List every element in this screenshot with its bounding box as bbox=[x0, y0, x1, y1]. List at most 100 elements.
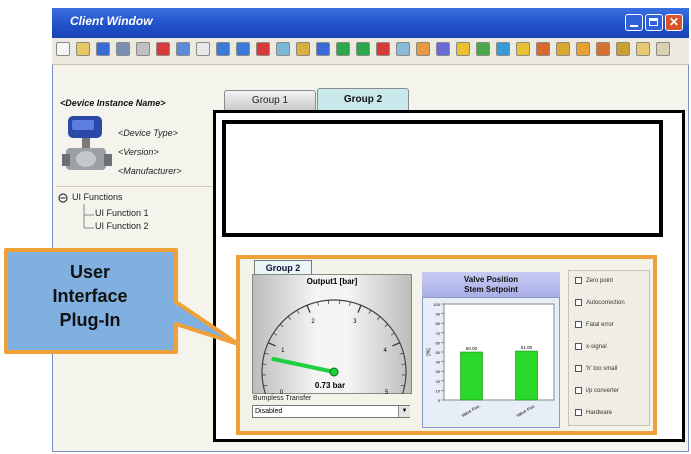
plugin-group-2-tab[interactable]: Group 2 bbox=[254, 260, 312, 274]
checkbox[interactable] bbox=[575, 343, 582, 350]
gauge-tick bbox=[349, 301, 351, 306]
status-check-item[interactable]: 'h' too small bbox=[575, 365, 617, 372]
gauge-tick bbox=[390, 332, 395, 336]
close-button[interactable]: ✕ bbox=[665, 14, 683, 31]
gauge-tick-label: 3 bbox=[353, 319, 357, 325]
toolbar-button-icon[interactable] bbox=[276, 42, 290, 56]
toolbar-button-icon[interactable] bbox=[196, 42, 210, 56]
status-check-item[interactable]: x-signal bbox=[575, 343, 607, 350]
device-manufacturer: <Manufacturer> bbox=[118, 166, 182, 176]
toolbar-button-icon[interactable] bbox=[576, 42, 590, 56]
gauge-tick-label: 1 bbox=[281, 348, 285, 354]
y-tick-label: 30 bbox=[436, 369, 441, 374]
y-tick-label: 20 bbox=[436, 379, 441, 384]
gauge-tick bbox=[317, 301, 319, 306]
toolbar-button-icon[interactable] bbox=[56, 42, 70, 56]
chart-plot: 0 10 20 30 40 50 60 70 80 90 100 [%] 50.00 Valve Pos.… bbox=[426, 302, 555, 418]
gauge-tick-label: 4 bbox=[383, 348, 387, 354]
bumpless-transfer-select[interactable]: Disabled bbox=[252, 405, 410, 418]
y-tick-label: 90 bbox=[436, 312, 441, 317]
toolbar-button-icon[interactable] bbox=[296, 42, 310, 56]
checkbox[interactable] bbox=[575, 365, 582, 372]
status-check-item[interactable]: Zero point bbox=[575, 277, 613, 284]
callout-label: User Interface Plug-In bbox=[10, 260, 170, 332]
toolbar-button-icon[interactable] bbox=[556, 42, 570, 56]
callout-line-1: User bbox=[69, 262, 111, 282]
callout-line-3: Plug-In bbox=[59, 310, 121, 330]
toolbar-button-icon[interactable] bbox=[656, 42, 670, 56]
status-check-item[interactable]: Fatal error bbox=[575, 321, 614, 328]
y-tick-label: 10 bbox=[436, 388, 441, 393]
gauge-tick bbox=[273, 332, 278, 336]
toolbar-button-icon[interactable] bbox=[636, 42, 650, 56]
left-pane-divider bbox=[56, 186, 226, 187]
toolbar-button-icon[interactable] bbox=[436, 42, 450, 56]
checkbox[interactable] bbox=[575, 387, 582, 394]
toolbar-button-icon[interactable] bbox=[216, 42, 230, 56]
toolbar-button-icon[interactable] bbox=[396, 42, 410, 56]
tab-group-1[interactable]: Group 1 bbox=[224, 90, 316, 110]
tab-group-2[interactable]: Group 2 bbox=[317, 88, 409, 110]
device-instance-name: <Device Instance Name> bbox=[60, 98, 166, 108]
checkbox[interactable] bbox=[575, 277, 582, 284]
tree-connector-lines bbox=[83, 204, 94, 229]
gauge-arc bbox=[261, 299, 407, 394]
toolbar-button-icon[interactable] bbox=[516, 42, 530, 56]
minimize-button[interactable] bbox=[625, 14, 643, 31]
checkbox[interactable] bbox=[575, 409, 582, 416]
toolbar-button-icon[interactable] bbox=[496, 42, 510, 56]
gauge-tick bbox=[357, 305, 362, 313]
toolbar-button-icon[interactable] bbox=[256, 42, 270, 56]
tree-root-ui-functions[interactable]: UI Functions bbox=[72, 192, 123, 202]
tree-item-ui-function-1[interactable]: UI Function 1 bbox=[95, 208, 149, 218]
gauge-needle bbox=[271, 356, 336, 374]
status-check-item[interactable]: Autocorrection bbox=[575, 299, 625, 306]
gauge-tick-label: 5 bbox=[385, 390, 389, 394]
toolbar-button-icon[interactable] bbox=[596, 42, 610, 56]
content-area-box bbox=[222, 120, 663, 237]
toolbar-button-icon[interactable] bbox=[416, 42, 430, 56]
toolbar-button-icon[interactable] bbox=[356, 42, 370, 56]
chart-title-line-2: Stem Setpoint bbox=[464, 285, 518, 294]
gauge-tick bbox=[287, 316, 291, 320]
gauge-tick bbox=[392, 342, 401, 347]
gauge-tick bbox=[267, 342, 276, 347]
toolbar-button-icon[interactable] bbox=[336, 42, 350, 56]
gauge-dial: 0 1 2 3 4 5 bbox=[261, 299, 407, 394]
check-label: x-signal bbox=[586, 344, 607, 351]
gauge-tick bbox=[399, 352, 404, 355]
bar bbox=[460, 351, 483, 401]
y-tick-label: 40 bbox=[436, 360, 441, 365]
toolbar-button-icon[interactable] bbox=[476, 42, 490, 56]
toolbar-button-icon[interactable] bbox=[156, 42, 170, 56]
maximize-button[interactable] bbox=[645, 14, 663, 31]
status-check-item[interactable]: i/p converter bbox=[575, 387, 619, 394]
check-label: Zero point bbox=[586, 278, 614, 285]
bumpless-transfer-label: Bumpless Transfer bbox=[253, 395, 312, 402]
device-version: <Version> bbox=[118, 147, 159, 157]
check-label: Hardware bbox=[586, 410, 613, 417]
toolbar-button-icon[interactable] bbox=[376, 42, 390, 56]
y-tick-label: 80 bbox=[436, 321, 441, 326]
status-check-item[interactable]: Hardware bbox=[575, 409, 612, 416]
toolbar-button-icon[interactable] bbox=[96, 42, 110, 56]
toolbar-button-icon[interactable] bbox=[236, 42, 250, 56]
toolbar-button-icon[interactable] bbox=[116, 42, 130, 56]
gauge-tick-label: 0 bbox=[280, 390, 284, 394]
gauge-tick-label: 2 bbox=[311, 319, 315, 325]
toolbar-button-icon[interactable] bbox=[76, 42, 90, 56]
toolbar-button-icon[interactable] bbox=[316, 42, 330, 56]
gauge-tick bbox=[296, 309, 300, 314]
checkbox[interactable] bbox=[575, 321, 582, 328]
x-category-label: Valve Pos. bbox=[515, 403, 536, 418]
toolbar-button-icon[interactable] bbox=[616, 42, 630, 56]
toolbar-button-icon[interactable] bbox=[456, 42, 470, 56]
chevron-down-icon[interactable]: ▼ bbox=[398, 406, 410, 417]
y-tick-label: 50 bbox=[436, 350, 441, 355]
collapse-toggle-icon[interactable] bbox=[58, 193, 68, 203]
checkbox[interactable] bbox=[575, 299, 582, 306]
toolbar-button-icon[interactable] bbox=[176, 42, 190, 56]
toolbar-button-icon[interactable] bbox=[136, 42, 150, 56]
toolbar-button-icon[interactable] bbox=[536, 42, 550, 56]
tree-item-ui-function-2[interactable]: UI Function 2 bbox=[95, 221, 149, 231]
